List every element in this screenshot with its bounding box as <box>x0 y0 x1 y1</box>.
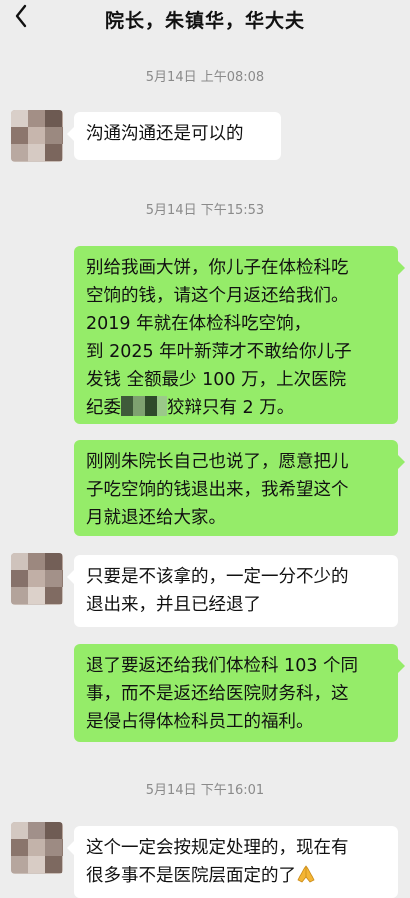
message-line: 子吃空饷的钱退出来，我希望这个 <box>86 480 349 500</box>
message-bubble-sent[interactable]: 退了要返还给我们体检科 103 个同 事，而不是返还给医院财务科，这 是侵占得体… <box>74 644 405 742</box>
timestamp: 5月14日 下午15:53 <box>145 203 265 218</box>
avatar[interactable] <box>11 553 63 605</box>
message-line: 很多事不是医院层面定的了 <box>86 862 386 890</box>
message-line: 发钱 全额最少 100 万，上次医院 <box>86 370 347 390</box>
chat-title: 院长，朱镇华，华大夫 <box>104 10 305 32</box>
message-line: 只要是不该拿的，一定一分不少的 <box>86 567 349 587</box>
timestamp: 5月14日 下午16:01 <box>145 783 265 798</box>
message-line: 事，而不是返还给医院财务科，这 <box>86 684 349 704</box>
message-line-segment: 很多事不是医院层面定的了 <box>86 866 296 886</box>
message-bubble-sent[interactable]: 别给我画大饼，你儿子在体检科吃 空饷的钱，请这个月返还给我们。 2019 年就在… <box>74 246 405 424</box>
message-line: 月就退还给大家。 <box>86 508 226 528</box>
message-line: 别给我画大饼，你儿子在体检科吃 <box>86 258 349 278</box>
avatar[interactable] <box>11 110 63 162</box>
message-bubble-received[interactable]: 这个一定会按规定处理的，现在有 很多事不是医院层面定的了 <box>67 826 398 898</box>
message-line: 2019 年就在体检科吃空饷， <box>86 314 312 334</box>
message-line-segment: 狡辩只有 2 万。 <box>167 398 295 418</box>
redacted-block <box>121 396 167 416</box>
message-line: 退了要返还给我们体检科 103 个同 <box>86 656 359 676</box>
folded-hands-emoji-icon <box>296 864 316 884</box>
message-line: 这个一定会按规定处理的，现在有 <box>86 838 349 858</box>
avatar[interactable] <box>11 822 63 874</box>
chat-header: 院长，朱镇华，华大夫 <box>0 0 410 38</box>
message-line: 到 2025 年叶新萍才不敢给你儿子 <box>86 342 352 362</box>
message-bubble-received[interactable]: 沟通沟通还是可以的 <box>67 112 281 160</box>
message-bubble-sent[interactable]: 刚刚朱院长自己也说了，愿意把儿 子吃空饷的钱退出来，我希望这个 月就退还给大家。 <box>74 440 405 536</box>
message-line: 刚刚朱院长自己也说了，愿意把儿 <box>86 452 349 472</box>
message-bubble-received[interactable]: 只要是不该拿的，一定一分不少的 退出来，并且已经退了 <box>67 555 398 627</box>
message-line: 纪委 狡辩只有 2 万。 <box>86 394 386 422</box>
timestamp: 5月14日 上午08:08 <box>145 70 265 85</box>
message-text: 沟通沟通还是可以的 <box>86 124 244 144</box>
message-line: 空饷的钱，请这个月返还给我们。 <box>86 286 349 306</box>
message-line: 退出来，并且已经退了 <box>86 595 261 615</box>
message-line-segment: 纪委 <box>86 398 121 418</box>
message-line: 是侵占得体检科员工的福利。 <box>86 712 314 732</box>
